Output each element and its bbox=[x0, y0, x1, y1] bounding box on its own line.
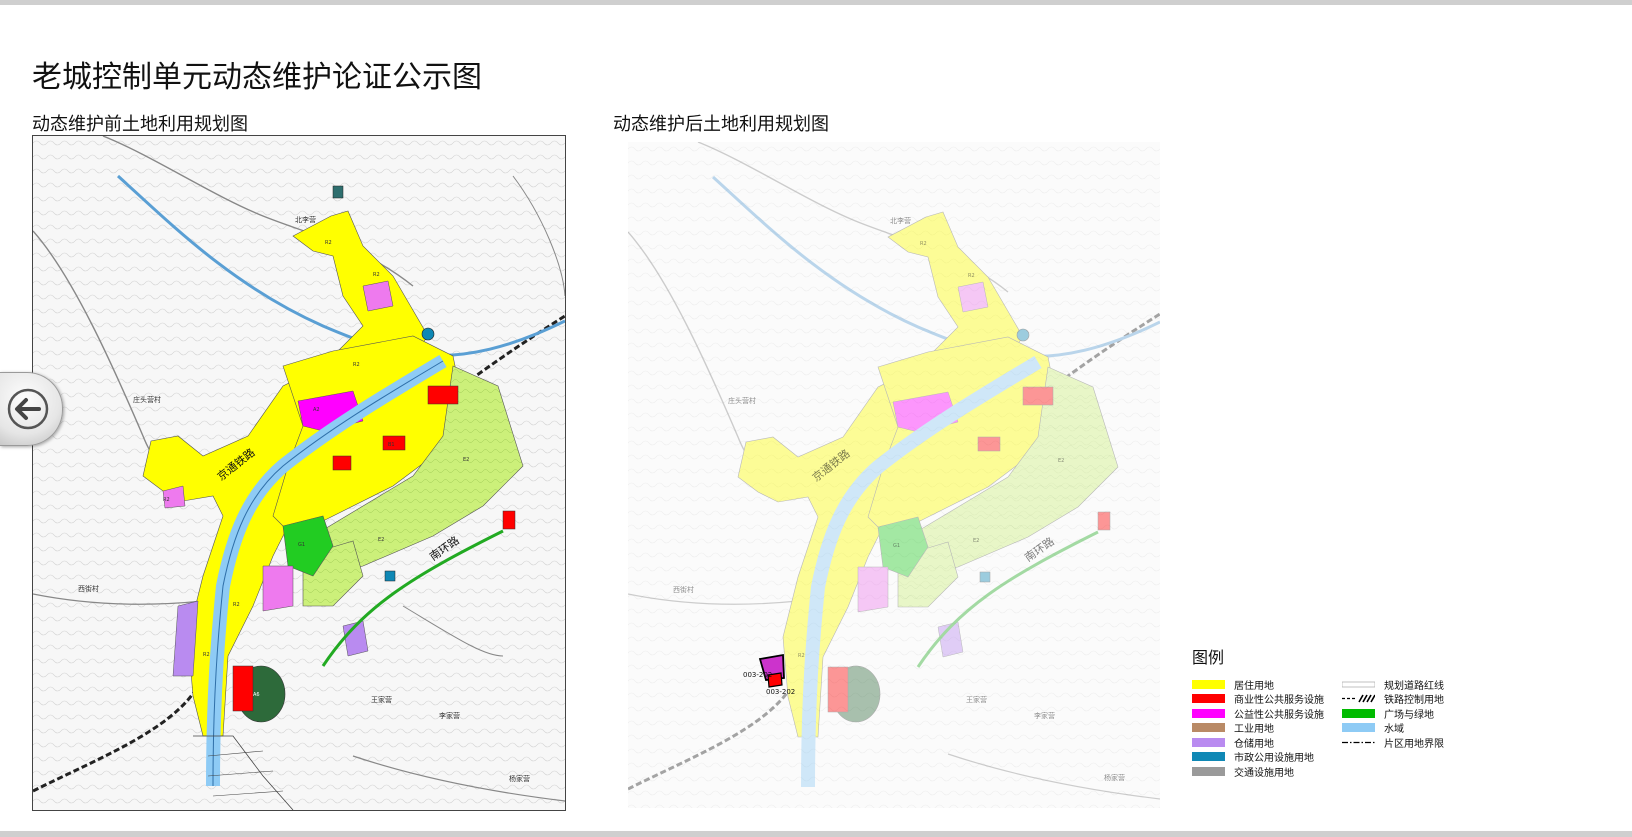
legend-label: 铁路控制用地 bbox=[1384, 695, 1444, 707]
legend-swatch bbox=[1342, 694, 1375, 703]
zone-code: R2 bbox=[373, 272, 380, 278]
zone-code: R2 bbox=[968, 273, 975, 279]
zone-code: B1 bbox=[388, 442, 395, 448]
legend-item: 仓储用地 bbox=[1192, 736, 1342, 750]
legend-label: 广场与绿地 bbox=[1384, 709, 1434, 721]
map-after: 003-202 003-202 北李营 庄头营村 西街村 王家营 李家营 杨家营… bbox=[628, 142, 1160, 808]
zone-code: R2 bbox=[353, 362, 360, 368]
legend-swatch bbox=[1342, 723, 1375, 733]
legend-swatch bbox=[1192, 737, 1225, 747]
top-border bbox=[0, 0, 1632, 5]
place-label-yangjiaying: 杨家营 bbox=[1104, 773, 1125, 782]
map-before: 北李营 庄头营村 西街村 王家营 李家营 杨家营 京通铁路 南环路 R2 R2 … bbox=[32, 135, 566, 811]
highlight-label-2: 003-202 bbox=[766, 688, 795, 696]
place-label-wangjiaying: 王家营 bbox=[966, 695, 987, 704]
zone-code: R2 bbox=[920, 241, 927, 247]
legend-swatch bbox=[1192, 708, 1225, 718]
place-label-yangjiaying: 杨家营 bbox=[509, 774, 530, 783]
legend-item: 水域 bbox=[1342, 722, 1492, 735]
zone-code: E2 bbox=[1058, 458, 1064, 464]
zone-code: R2 bbox=[325, 240, 332, 246]
place-label-lijiaying: 李家营 bbox=[1034, 711, 1055, 720]
legend-title: 图例 bbox=[1192, 648, 1225, 667]
legend-label: 工业用地 bbox=[1234, 724, 1274, 736]
zone-code: A2 bbox=[313, 407, 320, 413]
arrow-left-icon bbox=[7, 388, 49, 430]
zone-code: G1 bbox=[298, 542, 305, 548]
legend-item: 铁路控制用地 bbox=[1342, 693, 1492, 706]
legend-swatch bbox=[1192, 723, 1225, 733]
legend-label: 仓储用地 bbox=[1234, 738, 1274, 750]
place-label-zhuangtouying: 庄头营村 bbox=[133, 395, 161, 404]
legend-label: 居住用地 bbox=[1234, 680, 1274, 692]
legend-item: 居住用地 bbox=[1192, 678, 1342, 692]
map-after-title: 动态维护后土地利用规划图 bbox=[613, 114, 829, 135]
zone-code: E2 bbox=[463, 457, 469, 463]
legend-item: 片区用地界限 bbox=[1342, 736, 1492, 750]
legend-item: 工业用地 bbox=[1192, 722, 1342, 735]
legend-swatch bbox=[1192, 752, 1225, 762]
place-label-xijie: 西街村 bbox=[673, 585, 694, 594]
legend-swatch bbox=[1192, 694, 1225, 704]
legend: 图例 居住用地 规划道路红线商业性公共服务设施 铁路控制用地公益性公共服务设施 广场与… bbox=[1192, 644, 1522, 779]
place-label-lijiaying: 李家营 bbox=[439, 711, 460, 720]
place-label-wangjiaying: 王家营 bbox=[371, 695, 392, 704]
zone-code: R2 bbox=[798, 653, 805, 659]
legend-item: 规划道路红线 bbox=[1342, 678, 1492, 692]
legend-item bbox=[1342, 751, 1492, 764]
zone-code: R2 bbox=[163, 497, 170, 503]
zone-code: G1 bbox=[893, 543, 900, 549]
zone-code: R2 bbox=[233, 602, 240, 608]
legend-label: 规划道路红线 bbox=[1384, 680, 1444, 692]
place-label-beiliying: 北李营 bbox=[295, 215, 316, 224]
legend-label: 公益性公共服务设施 bbox=[1234, 709, 1324, 721]
legend-swatch bbox=[1342, 708, 1375, 718]
place-label-xijie: 西街村 bbox=[78, 584, 99, 593]
legend-label: 水域 bbox=[1384, 724, 1404, 736]
page-title: 老城控制单元动态维护论证公示图 bbox=[32, 60, 482, 95]
legend-swatch bbox=[1192, 766, 1225, 776]
legend-swatch bbox=[1192, 679, 1225, 689]
legend-item: 市政公用设施用地 bbox=[1192, 751, 1342, 764]
zone-code: E2 bbox=[378, 537, 384, 543]
legend-swatch bbox=[1342, 681, 1375, 688]
zone-code: R2 bbox=[203, 652, 210, 658]
legend-item: 商业性公共服务设施 bbox=[1192, 693, 1342, 706]
place-label-beiliying: 北李营 bbox=[890, 216, 911, 225]
place-label-zhuangtouying: 庄头营村 bbox=[728, 396, 756, 405]
bottom-border bbox=[0, 831, 1632, 837]
legend-label: 商业性公共服务设施 bbox=[1234, 695, 1324, 707]
legend-item: 交通设施用地 bbox=[1192, 765, 1342, 779]
legend-grid: 居住用地 规划道路红线商业性公共服务设施 铁路控制用地公益性公共服务设施 广场与绿地工… bbox=[1192, 678, 1522, 779]
zone-code: E2 bbox=[973, 538, 979, 544]
map-before-title: 动态维护前土地利用规划图 bbox=[32, 114, 248, 135]
zone-code: A6 bbox=[253, 692, 260, 698]
legend-item: 公益性公共服务设施 bbox=[1192, 707, 1342, 721]
legend-swatch bbox=[1342, 752, 1375, 761]
legend-label: 片区用地界限 bbox=[1384, 738, 1444, 750]
legend-swatch bbox=[1342, 741, 1375, 743]
legend-label: 交通设施用地 bbox=[1234, 767, 1294, 779]
highlight-label-1: 003-202 bbox=[743, 671, 772, 679]
legend-item: 广场与绿地 bbox=[1342, 707, 1492, 721]
legend-label: 市政公用设施用地 bbox=[1234, 753, 1314, 765]
